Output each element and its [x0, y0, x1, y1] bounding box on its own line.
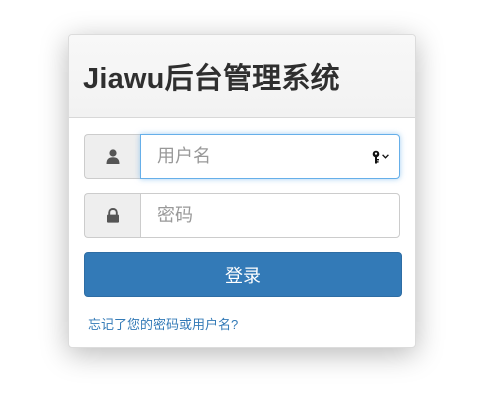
username-field-wrapper [140, 134, 400, 179]
password-field-wrapper [140, 193, 400, 238]
password-input[interactable] [141, 194, 399, 237]
username-group [84, 134, 400, 179]
login-panel: Jiawu后台管理系统 用户名 登录 忘记了您的密码或用户名? [68, 34, 416, 348]
password-group [84, 193, 400, 238]
username-input[interactable] [141, 135, 399, 178]
user-icon [106, 149, 119, 164]
password-addon [84, 193, 140, 238]
key-icon [372, 150, 380, 163]
login-button[interactable]: 登录 [84, 252, 402, 297]
chevron-down-icon [382, 154, 389, 159]
panel-header: Jiawu后台管理系统 [69, 35, 415, 118]
username-addon [84, 134, 140, 179]
keychain-autofill-icon[interactable] [371, 150, 389, 164]
page-title: Jiawu后台管理系统 [83, 63, 340, 95]
forgot-credentials-link[interactable]: 忘记了您的密码或用户名? [88, 314, 238, 333]
lock-icon [106, 208, 119, 223]
login-form: 登录 忘记了您的密码或用户名? [69, 118, 415, 334]
